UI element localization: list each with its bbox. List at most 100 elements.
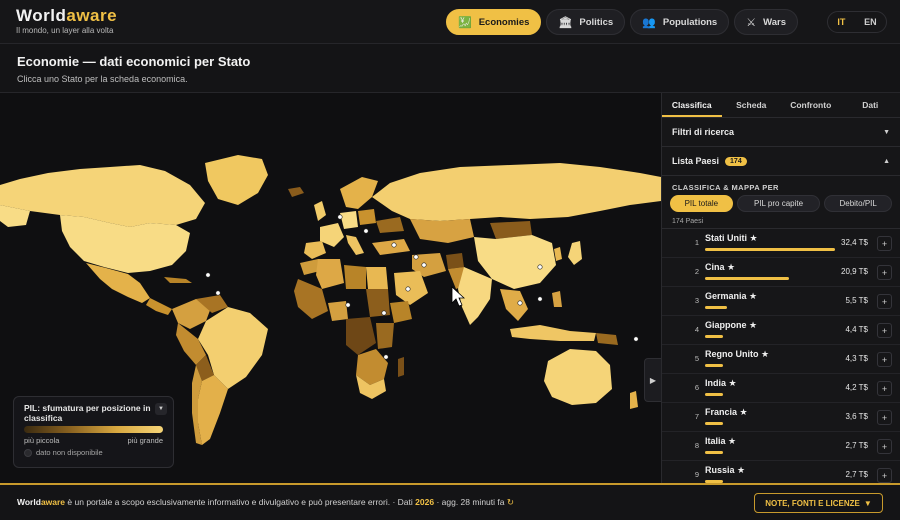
table-row[interactable]: 4 Giappone ★ 4,4 T$ +	[662, 316, 900, 345]
legend-collapse-button[interactable]: ▼	[155, 403, 167, 415]
add-to-compare-button[interactable]: +	[877, 352, 892, 367]
tab-dati[interactable]: Dati	[841, 93, 900, 117]
country-list-section-toggle[interactable]: Lista Paesi 174 ▲	[662, 147, 900, 176]
country-afghanistan[interactable]	[446, 253, 464, 269]
map-pin[interactable]	[337, 214, 343, 220]
table-row[interactable]: 2 Cina ★ 20,9 T$ +	[662, 258, 900, 287]
country-germany[interactable]	[340, 211, 358, 229]
country-canada[interactable]	[0, 165, 205, 227]
last-updated: · agg. 28 minuti fa	[434, 497, 507, 507]
lang-it-button[interactable]: IT	[837, 17, 845, 27]
nav-populations-button[interactable]: 👥 Populations	[630, 9, 730, 35]
country-cuba[interactable]	[164, 277, 192, 283]
country-iceland[interactable]	[288, 187, 304, 197]
chevron-down-icon: ▼	[883, 128, 890, 136]
add-to-compare-button[interactable]: +	[877, 265, 892, 280]
country-poland[interactable]	[358, 209, 376, 225]
add-to-compare-button[interactable]: +	[877, 381, 892, 396]
country-indonesia[interactable]	[510, 325, 596, 341]
nav-politics-button[interactable]: 🏛 Politics	[546, 9, 626, 35]
nav-economies-button[interactable]: 💹 Economies	[446, 9, 542, 35]
map-pin[interactable]	[205, 272, 211, 278]
country-southeast-asia[interactable]	[500, 289, 528, 321]
country-scandinavia[interactable]	[340, 177, 378, 209]
add-to-compare-button[interactable]: +	[877, 468, 892, 483]
country-france[interactable]	[320, 223, 344, 247]
country-australia[interactable]	[544, 349, 612, 405]
country-italy[interactable]	[346, 235, 364, 255]
map-pin[interactable]	[405, 286, 411, 292]
table-row[interactable]: 1 Stati Uniti ★ 32,4 T$ +	[662, 229, 900, 258]
country-india[interactable]	[458, 267, 492, 325]
logo[interactable]: Worldaware Il mondo, un layer alla volta	[16, 7, 117, 36]
country-kazakhstan[interactable]	[410, 219, 474, 243]
country-libya[interactable]	[344, 265, 366, 289]
tab-confronto[interactable]: Confronto	[781, 93, 841, 117]
map-pin[interactable]	[391, 242, 397, 248]
country-ukraine[interactable]	[376, 217, 404, 233]
table-row[interactable]: 3 Germania ★ 5,5 T$ +	[662, 287, 900, 316]
row-country-name: Germania ★	[705, 291, 758, 301]
country-algeria[interactable]	[316, 259, 344, 289]
map-pin[interactable]	[381, 310, 387, 316]
table-row[interactable]: 8 Italia ★ 2,7 T$ +	[662, 432, 900, 461]
nav-wars-button[interactable]: ⚔ Wars	[734, 9, 798, 35]
map-pin[interactable]	[383, 354, 389, 360]
map-pin[interactable]	[633, 336, 639, 342]
metric-gdp-total-button[interactable]: PIL totale	[670, 195, 733, 212]
notes-sources-licenses-button[interactable]: NOTE, FONTI E LICENZE ▼	[754, 493, 883, 513]
row-country-name: India ★	[705, 378, 737, 388]
map-pin[interactable]	[345, 302, 351, 308]
filters-label: Filtri di ricerca	[672, 127, 735, 137]
country-central-america[interactable]	[146, 298, 172, 315]
country-greenland[interactable]	[205, 155, 268, 205]
map-pin[interactable]	[421, 262, 427, 268]
metric-gdp-per-capita-button[interactable]: PIL pro capite	[736, 195, 821, 212]
country-ethiopia[interactable]	[390, 301, 412, 323]
country-argentina[interactable]	[198, 375, 228, 445]
row-rank: 7	[694, 412, 699, 421]
country-spain[interactable]	[304, 241, 326, 259]
tab-scheda[interactable]: Scheda	[722, 93, 782, 117]
country-east-africa[interactable]	[376, 323, 394, 349]
table-row[interactable]: 7 Francia ★ 3,6 T$ +	[662, 403, 900, 432]
add-to-compare-button[interactable]: +	[877, 236, 892, 251]
row-share-bar	[705, 451, 723, 454]
add-to-compare-button[interactable]: +	[877, 439, 892, 454]
table-row[interactable]: 5 Regno Unito ★ 4,3 T$ +	[662, 345, 900, 374]
country-nigeria[interactable]	[328, 301, 348, 321]
add-to-compare-button[interactable]: +	[877, 410, 892, 425]
country-turkey[interactable]	[372, 239, 410, 255]
add-to-compare-button[interactable]: +	[877, 294, 892, 309]
country-korea[interactable]	[554, 247, 562, 261]
table-row[interactable]: 9 Russia ★ 2,7 T$ +	[662, 461, 900, 483]
map-pin[interactable]	[215, 290, 221, 296]
row-rank: 4	[694, 325, 699, 334]
country-japan[interactable]	[568, 241, 582, 265]
footer-disclaimer: Worldaware è un portale a scopo esclusiv…	[17, 497, 514, 507]
refresh-icon[interactable]: ↻	[507, 497, 514, 507]
map-pin[interactable]	[537, 296, 543, 302]
tab-classifica[interactable]: Classifica	[662, 93, 722, 117]
country-central-africa[interactable]	[346, 317, 376, 355]
country-uk[interactable]	[314, 201, 326, 221]
map-pin[interactable]	[413, 254, 419, 260]
table-row[interactable]: 6 India ★ 4,2 T$ +	[662, 374, 900, 403]
map-pin[interactable]	[537, 264, 543, 270]
map-pin[interactable]	[517, 300, 523, 306]
world-map[interactable]: ▶ PIL: sfumatura per posizione in classi…	[0, 93, 661, 483]
panel-collapse-toggle[interactable]: ▶	[644, 358, 661, 402]
country-new-zealand[interactable]	[630, 391, 638, 409]
metric-debt-gdp-button[interactable]: Debito/PIL	[824, 195, 892, 212]
lang-en-button[interactable]: EN	[864, 17, 877, 27]
country-madagascar[interactable]	[398, 357, 404, 377]
filters-section-toggle[interactable]: Filtri di ricerca ▼	[662, 118, 900, 147]
country-philippines[interactable]	[552, 291, 562, 307]
country-egypt[interactable]	[366, 267, 388, 289]
row-value: 4,3 T$	[845, 354, 868, 363]
country-russia[interactable]	[372, 163, 661, 221]
map-pin[interactable]	[363, 228, 369, 234]
add-to-compare-button[interactable]: +	[877, 323, 892, 338]
country-list-label: Lista Paesi	[672, 156, 720, 166]
country-papua[interactable]	[596, 333, 618, 345]
